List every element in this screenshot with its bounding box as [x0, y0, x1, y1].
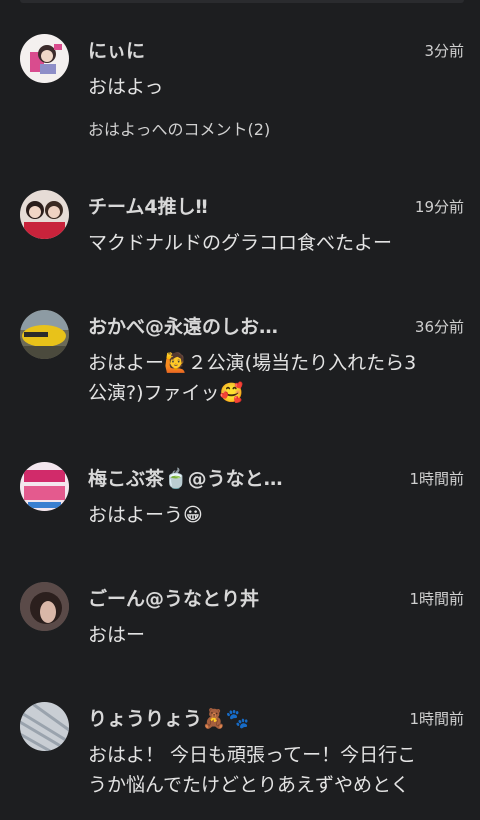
post-item[interactable]: ごーん@うなとり丼 1時間前 おはー	[0, 580, 480, 700]
user-avatar[interactable]	[20, 190, 69, 239]
user-avatar[interactable]	[20, 462, 69, 511]
user-avatar[interactable]	[20, 34, 69, 83]
top-card-edge	[20, 0, 464, 3]
user-avatar[interactable]	[20, 582, 69, 631]
user-name[interactable]: チーム4推し‼	[88, 192, 208, 219]
user-name[interactable]: ごーん@うなとり丼	[88, 584, 259, 611]
post-item[interactable]: おかべ@永遠のしお… 36分前 おはよー🙋２公演(場当たり入れたら3 公演?)フ…	[0, 308, 480, 460]
user-name[interactable]: おかべ@永遠のしお…	[88, 312, 278, 339]
post-item[interactable]: 梅こぶ茶🍵@うなと… 1時間前 おはよーう😀	[0, 460, 480, 580]
user-name[interactable]: 梅こぶ茶🍵@うなと…	[88, 464, 283, 491]
post-item[interactable]: りょうりょう🧸🐾 1時間前 おはよ！ 今日も頑張ってー！今日行こ うか悩んでたけ…	[0, 700, 480, 820]
user-name[interactable]: にぃに	[88, 36, 145, 63]
post-text-line: おはよー🙋２公演(場当たり入れたら3	[88, 352, 417, 374]
user-avatar[interactable]	[20, 702, 69, 751]
post-text: おはよっ	[88, 76, 164, 98]
post-item[interactable]: チーム4推し‼ 19分前 マクドナルドのグラコロ食べたよー	[0, 188, 480, 308]
post-text-line: おはよ！ 今日も頑張ってー！今日行こ	[88, 744, 417, 766]
user-name[interactable]: りょうりょう🧸🐾	[88, 704, 249, 731]
post-time: 3分前	[424, 42, 464, 60]
post-text: おはよー🙋２公演(場当たり入れたら3 公演?)ファイッ🥰	[88, 348, 464, 408]
timeline-feed: にぃに 3分前 おはよっ おはよっへのコメント(2) チーム4推し‼ 19分前 …	[0, 32, 480, 820]
post-text: おはよーう😀	[88, 504, 203, 526]
post-time: 1時間前	[409, 470, 464, 488]
post-time: 1時間前	[409, 590, 464, 608]
post-time: 19分前	[414, 198, 464, 216]
post-text: マクドナルドのグラコロ食べたよー	[88, 232, 393, 254]
post-text-line: 公演?)ファイッ🥰	[88, 382, 244, 404]
comments-link[interactable]: おはよっへのコメント(2)	[88, 116, 464, 140]
post-time: 36分前	[414, 318, 464, 336]
post-text: おはよ！ 今日も頑張ってー！今日行こ うか悩んでたけどとりあえずやめとく	[88, 740, 464, 800]
post-text: おはー	[88, 624, 146, 646]
post-item[interactable]: にぃに 3分前 おはよっ おはよっへのコメント(2)	[0, 32, 480, 188]
user-avatar[interactable]	[20, 310, 69, 359]
post-time: 1時間前	[409, 710, 464, 728]
